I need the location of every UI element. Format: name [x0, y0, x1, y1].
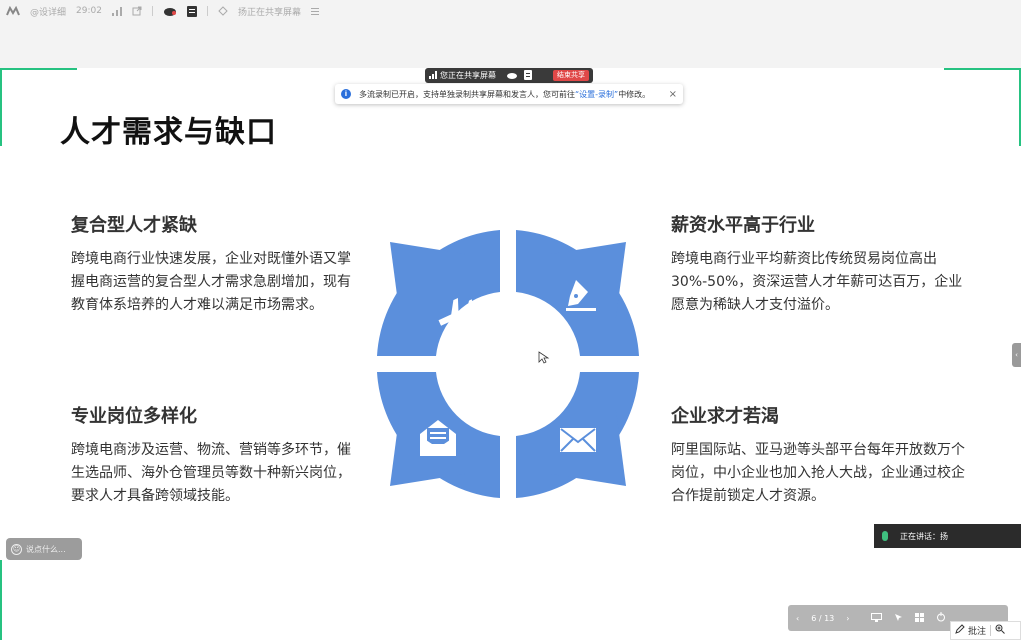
wheel-segments [377, 230, 639, 498]
microphone-icon [882, 531, 888, 541]
header-band [0, 22, 1021, 68]
page-indicator: 6 / 13 [811, 613, 835, 623]
pencil-icon [955, 624, 965, 637]
menu-icon[interactable] [310, 7, 319, 15]
user-handle: @设详细 [30, 7, 67, 18]
frame-corner-top-right [944, 68, 1021, 70]
notice-text: 多流录制已开启，支持单独录制共享屏幕和发言人，您可前往 [359, 89, 575, 99]
frame-corner-top-left-v [0, 68, 2, 146]
info-icon: i [341, 89, 351, 99]
pointer-icon[interactable] [894, 613, 903, 624]
close-icon[interactable]: × [669, 89, 677, 100]
annotate-label: 批注 [968, 627, 987, 637]
next-page-button[interactable]: › [846, 614, 849, 623]
stop-share-button[interactable]: 结束共享 [553, 70, 589, 81]
cloud-icon[interactable] [163, 6, 177, 16]
signal-icon [429, 70, 437, 81]
block-body-hiring-demand: 阿里国际站、亚马逊等头部平台每年开放数万个岗位，中小企业也加入抢人大战，企业通过… [671, 442, 965, 504]
emoji-icon[interactable]: ☺ [11, 543, 22, 555]
signal-icon [111, 6, 122, 16]
zoom-icon[interactable] [995, 624, 1005, 637]
annotate-button[interactable]: 批注 [950, 621, 1021, 640]
grid-icon[interactable] [915, 612, 925, 624]
block-title-diverse-roles: 专业岗位多样化 [71, 406, 197, 427]
prev-page-button[interactable]: ‹ [796, 614, 799, 623]
speaking-label: 正在讲话：扬 [900, 531, 948, 541]
recording-settings-link[interactable]: “设置-录制” [575, 89, 618, 100]
notice-suffix: 中修改。 [618, 89, 651, 99]
speaking-indicator: 正在讲话：扬 [874, 524, 1021, 548]
screen-icon[interactable] [871, 612, 883, 624]
comment-input[interactable]: ☺ 说点什么... [6, 538, 82, 560]
block-title-composite-talent: 复合型人才紧缺 [71, 215, 197, 236]
block-body-salary: 跨境电商行业平均薪资比传统贸易岗位高出30%-50%，资深运营人才年薪可达百万，… [671, 251, 963, 313]
mouse-cursor-icon [538, 351, 550, 364]
cloud-icon[interactable] [506, 71, 518, 81]
screen-share-bar: 您正在共享屏幕 结束共享 [425, 68, 593, 83]
recording-notice: i 多流录制已开启，支持单独录制共享屏幕和发言人，您可前往 “设置-录制” 中修… [335, 84, 683, 104]
external-link-icon[interactable] [132, 6, 142, 16]
document-icon[interactable] [524, 69, 532, 82]
divider [990, 625, 992, 636]
chevron-left-icon: ‹ [1015, 351, 1018, 359]
block-body-diverse-roles: 跨境电商涉及运营、物流、营销等多环节，催生选品师、海外仓管理员等数十种新兴岗位，… [71, 442, 351, 504]
share-status-text: 扬正在共享屏幕 [237, 7, 301, 18]
divider [151, 6, 153, 16]
frame-corner-top-left [0, 68, 77, 70]
app-logo [6, 6, 20, 16]
share-bar-label: 您正在共享屏幕 [440, 71, 496, 80]
power-icon[interactable] [936, 612, 946, 624]
slide-title: 人才需求与缺口 [60, 115, 277, 150]
frame-corner-bottom-left-v [0, 560, 2, 640]
quadrant-wheel [377, 230, 639, 498]
comment-placeholder: 说点什么... [26, 544, 66, 554]
document-icon[interactable] [186, 5, 197, 17]
share-status-icon [218, 6, 228, 16]
divider [206, 6, 208, 16]
block-title-salary: 薪资水平高于行业 [671, 215, 815, 236]
block-title-hiring-demand: 企业求才若渴 [671, 406, 779, 427]
app-top-bar: @设详细 29:02 扬正在共享屏幕 [0, 0, 1021, 22]
envelope-icon [560, 428, 596, 452]
side-panel-toggle[interactable]: ‹ [1012, 343, 1021, 367]
block-body-composite-talent: 跨境电商行业快速发展，企业对既懂外语又掌握电商运营的复合型人才需求急剧增加，现有… [71, 251, 351, 313]
meeting-timer: 29:02 [76, 6, 102, 16]
